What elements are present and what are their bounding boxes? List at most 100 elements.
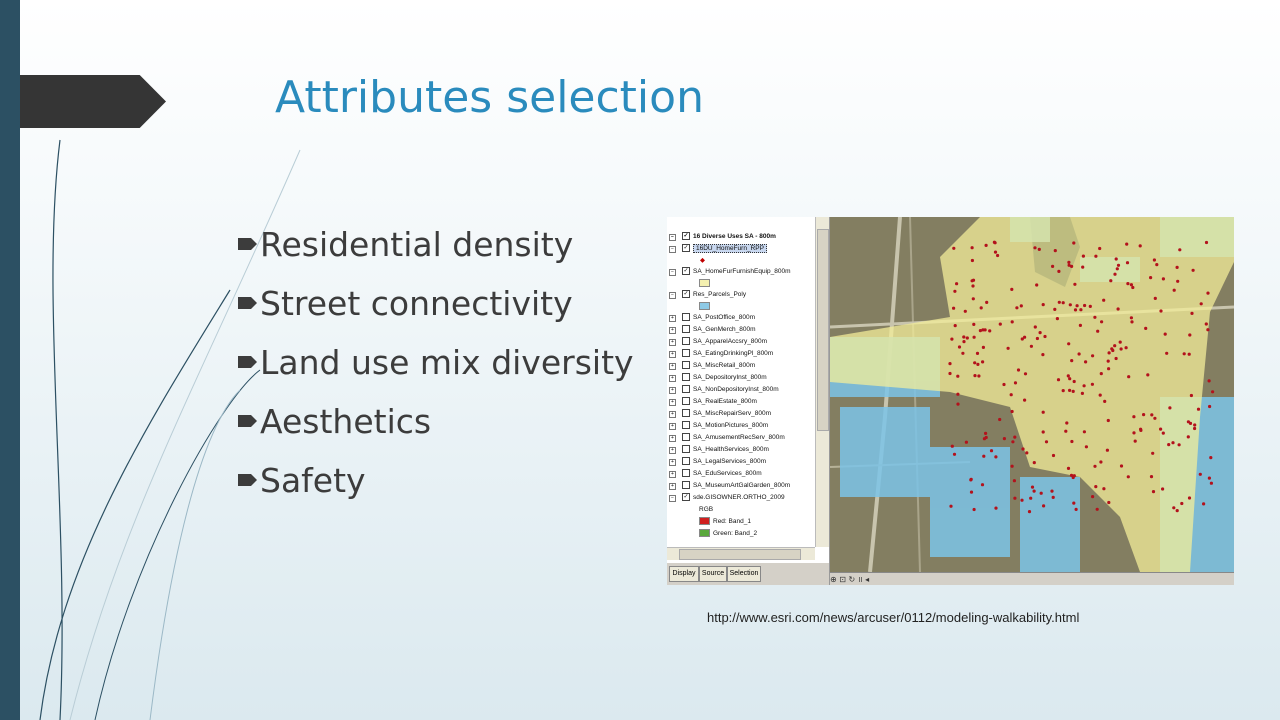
expand-toggle-icon[interactable]: + <box>669 387 676 394</box>
layer-checkbox[interactable]: ✓ <box>682 267 690 276</box>
toc-row[interactable]: − ✓ 16 Diverse Uses SA - 800m <box>667 231 815 243</box>
legend-symbol: ◆ <box>667 255 815 266</box>
tab-selection[interactable]: Selection <box>727 566 761 582</box>
bullet-arrow-icon <box>238 473 257 486</box>
toc-row[interactable]: − ✓ 16DU_HomeFurn_RPP <box>667 243 815 255</box>
toc-row[interactable]: + SA_EatingDrinkingPl_800m <box>667 348 815 360</box>
scroll-thumb[interactable] <box>817 229 829 431</box>
toc-horizontal-scrollbar[interactable] <box>667 547 815 560</box>
toc-row[interactable]: + SA_GenMerch_800m <box>667 324 815 336</box>
diamond-marker-icon: ◆ <box>700 257 705 264</box>
toc-vertical-scrollbar[interactable] <box>815 217 829 547</box>
toc-row[interactable]: + SA_PostOffice_800m <box>667 312 815 324</box>
expand-toggle-icon[interactable]: + <box>669 399 676 406</box>
layer-checkbox[interactable] <box>682 421 690 430</box>
toc-row[interactable]: + SA_MotionPictures_800m <box>667 420 815 432</box>
layer-label: SA_MiscRetail_800m <box>693 362 756 369</box>
layer-checkbox[interactable]: ✓ <box>682 493 690 502</box>
map-view[interactable] <box>830 217 1234 572</box>
layer-label: SA_EduServices_800m <box>693 470 762 477</box>
expand-toggle-icon[interactable]: − <box>669 234 676 241</box>
legend-symbol <box>667 301 815 312</box>
layer-label: SA_MotionPictures_800m <box>693 422 769 429</box>
toc-row[interactable]: − ✓ sde.GISOWNER.ORTHO_2009 <box>667 492 815 504</box>
layer-checkbox[interactable] <box>682 361 690 370</box>
legend-label: RGB <box>699 506 714 513</box>
layer-label: SA_GenMerch_800m <box>693 326 756 333</box>
layer-label: SA_HomeFurFurnishEquip_800m <box>693 268 791 275</box>
layer-label: SA_RealEstate_800m <box>693 398 757 405</box>
layer-label: SA_MuseumArtGalGarden_800m <box>693 482 791 489</box>
expand-toggle-icon[interactable]: + <box>669 375 676 382</box>
expand-toggle-icon[interactable]: + <box>669 363 676 370</box>
expand-toggle-icon[interactable]: − <box>669 292 676 299</box>
toc-row[interactable]: + SA_ApparelAccsry_800m <box>667 336 815 348</box>
layer-checkbox[interactable] <box>682 337 690 346</box>
toc-layer-list: − ✓ 16 Diverse Uses SA - 800m − ✓ 16DU_HomeFu… <box>667 231 815 540</box>
toc-row[interactable]: − ✓ Res_Parcels_Poly <box>667 289 815 301</box>
layer-checkbox[interactable]: ✓ <box>682 232 690 241</box>
layer-checkbox[interactable] <box>682 385 690 394</box>
title-tab-shape <box>20 75 166 128</box>
layer-checkbox[interactable] <box>682 373 690 382</box>
toc-row[interactable]: + SA_NonDepositoryInst_800m <box>667 384 815 396</box>
legend-symbol <box>667 278 815 289</box>
expand-toggle-icon[interactable]: + <box>669 483 676 490</box>
layer-label: 16 Diverse Uses SA - 800m <box>693 233 776 240</box>
toc-row[interactable]: + SA_MuseumArtGalGarden_800m <box>667 480 815 492</box>
toc-row[interactable]: + SA_AmusementRecServ_800m <box>667 432 815 444</box>
layer-checkbox[interactable] <box>682 409 690 418</box>
layer-label: Res_Parcels_Poly <box>693 291 747 298</box>
band-label: Green: Band_2 <box>713 530 758 537</box>
layer-checkbox[interactable]: ✓ <box>682 244 690 253</box>
expand-toggle-icon[interactable]: + <box>669 423 676 430</box>
tab-display[interactable]: Display <box>669 566 699 582</box>
bullet-item: Street connectivity <box>238 281 634 340</box>
expand-toggle-icon[interactable]: + <box>669 327 676 334</box>
source-url-link[interactable]: http://www.esri.com/news/arcuser/0112/mo… <box>707 610 1079 625</box>
layer-label: SA_PostOffice_800m <box>693 314 756 321</box>
expand-toggle-icon[interactable]: − <box>669 495 676 502</box>
layer-checkbox[interactable] <box>682 433 690 442</box>
expand-toggle-icon[interactable]: + <box>669 351 676 358</box>
toc-row[interactable]: + SA_LegalServices_800m <box>667 456 815 468</box>
expand-toggle-icon[interactable]: + <box>669 411 676 418</box>
layer-checkbox[interactable] <box>682 481 690 490</box>
slide-title: Attributes selection <box>275 72 704 123</box>
bullet-text: Street connectivity <box>260 284 573 323</box>
toc-row[interactable]: + SA_MiscRetail_800m <box>667 360 815 372</box>
table-of-contents-panel: − ✓ 16 Diverse Uses SA - 800m − ✓ 16DU_HomeFu… <box>667 217 830 585</box>
expand-toggle-icon[interactable]: − <box>669 246 676 253</box>
expand-toggle-icon[interactable]: + <box>669 339 676 346</box>
toc-row[interactable]: + SA_MiscRepairServ_800m <box>667 408 815 420</box>
layer-checkbox[interactable] <box>682 313 690 322</box>
expand-toggle-icon[interactable]: + <box>669 315 676 322</box>
layer-checkbox[interactable] <box>682 469 690 478</box>
expand-toggle-icon[interactable]: + <box>669 447 676 454</box>
bullet-text: Residential density <box>260 225 574 264</box>
bullet-list: Residential density Street connectivity La… <box>238 222 634 517</box>
expand-toggle-icon[interactable]: + <box>669 435 676 442</box>
band-label: Red: Band_1 <box>713 518 751 525</box>
expand-toggle-icon[interactable]: + <box>669 471 676 478</box>
layer-checkbox[interactable] <box>682 349 690 358</box>
bullet-text: Land use mix diversity <box>260 343 634 382</box>
layer-checkbox[interactable]: ✓ <box>682 290 690 299</box>
toc-row[interactable]: + SA_HealthServices_800m <box>667 444 815 456</box>
expand-toggle-icon[interactable]: − <box>669 269 676 276</box>
layer-label: SA_NonDepositoryInst_800m <box>693 386 779 393</box>
expand-toggle-icon[interactable]: + <box>669 459 676 466</box>
toc-row[interactable]: + SA_EduServices_800m <box>667 468 815 480</box>
layer-checkbox[interactable] <box>682 445 690 454</box>
layer-checkbox[interactable] <box>682 457 690 466</box>
layer-checkbox[interactable] <box>682 325 690 334</box>
toc-row[interactable]: + SA_DepositoryInst_800m <box>667 372 815 384</box>
layer-checkbox[interactable] <box>682 397 690 406</box>
tab-source[interactable]: Source <box>699 566 727 582</box>
toc-row[interactable]: + SA_RealEstate_800m <box>667 396 815 408</box>
toc-row[interactable]: − ✓ SA_HomeFurFurnishEquip_800m <box>667 266 815 278</box>
layer-label: SA_EatingDrinkingPl_800m <box>693 350 774 357</box>
scroll-thumb[interactable] <box>679 549 801 560</box>
layer-label: SA_ApparelAccsry_800m <box>693 338 768 345</box>
map-status-bar[interactable]: ⊕ ⊡ ↻ ॥ ◂ <box>830 572 1234 585</box>
